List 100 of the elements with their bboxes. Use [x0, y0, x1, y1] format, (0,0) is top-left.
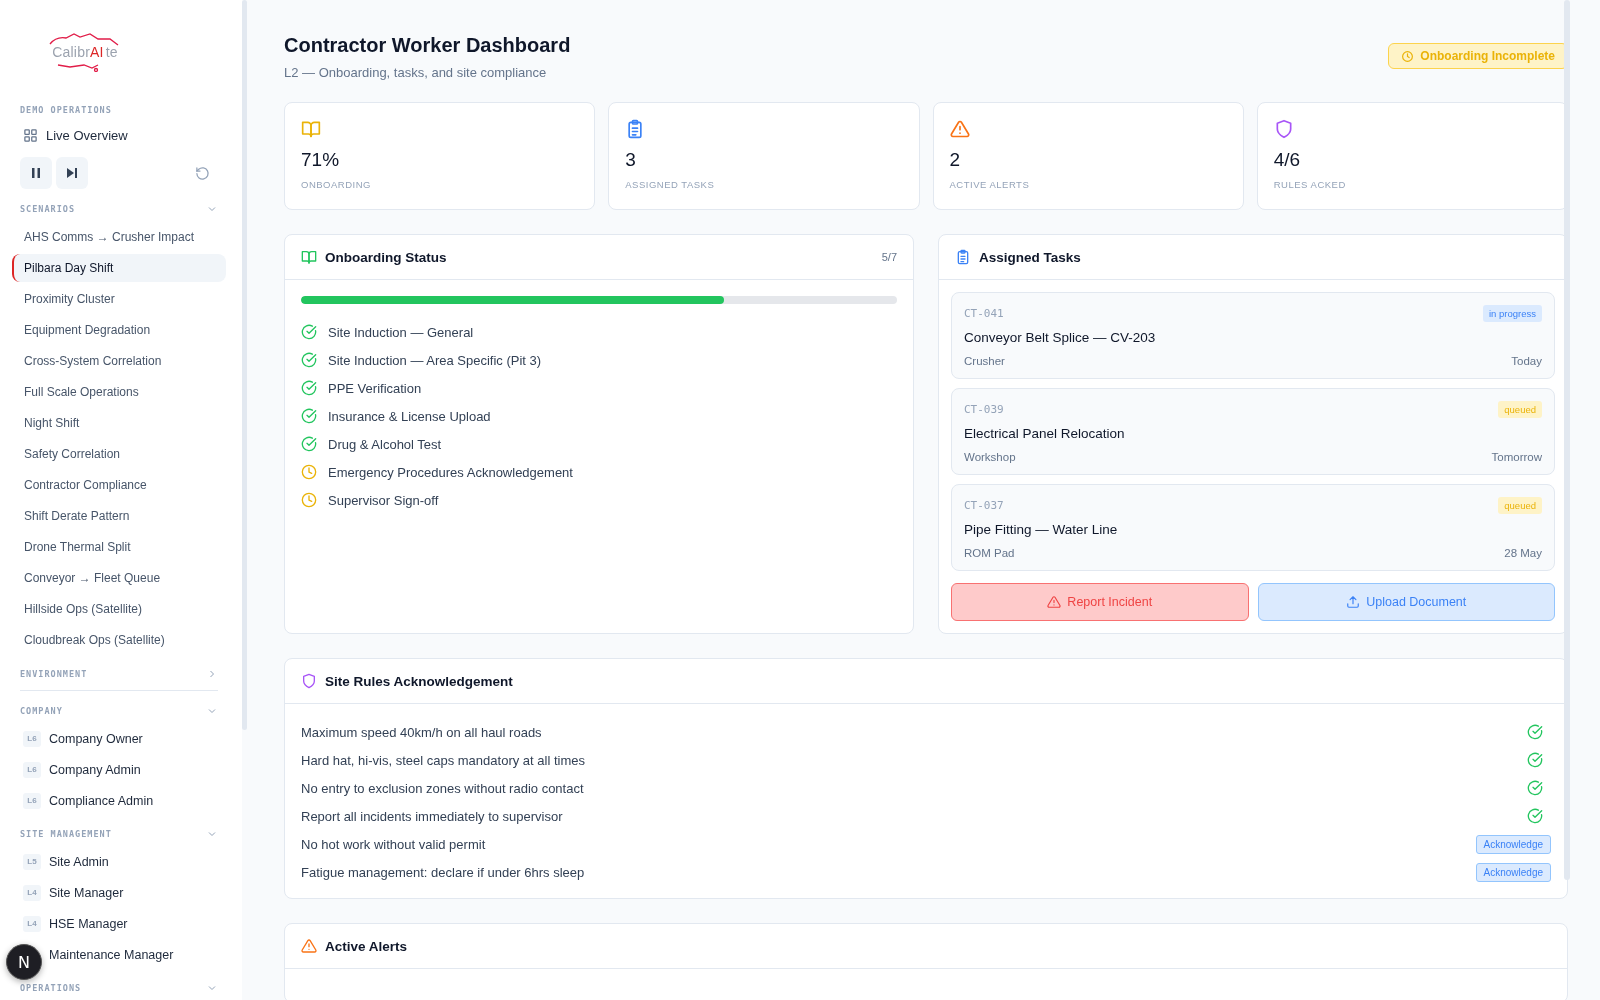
role-item[interactable]: L6 Compliance Admin [20, 787, 222, 814]
section-label: COMPANY [20, 706, 63, 716]
scenario-item[interactable]: Night Shift [12, 409, 226, 437]
scenario-item[interactable]: Conveyor → Fleet Queue [12, 564, 226, 592]
warning-icon [1047, 595, 1062, 609]
check-circle-icon [301, 408, 317, 424]
scenario-item[interactable]: Shift Derate Pattern [12, 502, 226, 530]
stat-label: ONBOARDING [301, 179, 371, 190]
check-circle-icon [301, 436, 317, 452]
status-tag: queued [1498, 497, 1542, 514]
floating-action-button[interactable]: N [6, 944, 42, 980]
scenario-item[interactable]: Pilbara Day Shift [12, 254, 226, 282]
level-badge: L6 [23, 730, 41, 747]
upload-icon [1346, 595, 1361, 609]
grid-icon [23, 128, 38, 143]
checklist-item: Insurance & License Upload [328, 408, 491, 424]
scenario-item[interactable]: Contractor Compliance [12, 471, 226, 499]
warning-icon [301, 938, 317, 954]
scenario-item[interactable]: Drone Thermal Split [12, 533, 226, 561]
progress-count: 5/7 [881, 251, 897, 263]
role-label: Site Manager [49, 885, 124, 900]
scenario-item[interactable]: Equipment Degradation [12, 316, 226, 344]
task-due: 28 May [1504, 547, 1542, 559]
task-card[interactable]: CT-039 queued Electrical Panel Relocation Workshop Tomorrow [951, 388, 1555, 475]
role-item[interactable]: Maintenance Manager [46, 941, 222, 968]
stat-value: 3 [625, 149, 636, 171]
level-badge: L4 [23, 884, 41, 901]
stat-value: 2 [949, 149, 961, 171]
role-item[interactable]: L4 HSE Manager [20, 910, 222, 937]
skip-forward-icon [66, 167, 78, 179]
panel-title: Active Alerts [325, 938, 408, 954]
status-tag: queued [1498, 401, 1542, 418]
logo: CalibrAI te [44, 32, 124, 72]
role-item[interactable]: L6 Company Admin [20, 756, 222, 783]
nav-item[interactable]: Live Overview [23, 128, 222, 143]
scenario-item[interactable]: Full Scale Operations [12, 378, 226, 406]
role-item[interactable]: L6 Company Owner [20, 725, 222, 752]
role-label: Maintenance Manager [49, 947, 174, 962]
scrollbar[interactable] [1564, 0, 1570, 880]
check-circle-icon [301, 352, 317, 368]
role-item[interactable]: L5 Site Admin [20, 848, 222, 875]
section-label: DEMO OPERATIONS [20, 105, 113, 115]
scenario-item[interactable]: Hillside Ops (Satellite) [12, 595, 226, 623]
task-card[interactable]: CT-037 queued Pipe Fitting — Water Line ROM Pad 28 May [951, 484, 1555, 571]
rule-text: Hard hat, hi-vis, steel caps mandatory at all times [301, 752, 585, 768]
task-location: Crusher [964, 355, 1005, 367]
clock-icon [1401, 49, 1415, 63]
stat-label: ACTIVE ALERTS [949, 179, 1030, 190]
rule-text: Maximum speed 40km/h on all haul roads [301, 724, 542, 740]
scenario-item[interactable]: Proximity Cluster [12, 285, 226, 313]
check-circle-icon [1527, 752, 1543, 768]
page-subtitle: L2 — Onboarding, tasks, and site compliance [284, 65, 548, 80]
rule-text: Report all incidents immediately to supervisor [301, 808, 563, 824]
section-label: OPERATIONS [20, 983, 82, 993]
role-label: Site Admin [49, 854, 109, 869]
section-label: SCENARIOS [20, 204, 76, 214]
task-location: ROM Pad [964, 547, 1015, 559]
checklist-item: Drug & Alcohol Test [328, 436, 442, 452]
panel-title: Onboarding Status [325, 249, 447, 265]
stat-value: 71% [301, 149, 340, 171]
warning-icon [949, 119, 970, 139]
scrollbar[interactable] [242, 0, 247, 730]
stat-label: ASSIGNED TASKS [625, 179, 715, 190]
rule-text: No hot work without valid permit [301, 836, 486, 852]
role-label: HSE Manager [49, 916, 128, 931]
pause-icon [30, 167, 42, 179]
check-circle-icon [1527, 780, 1543, 796]
skip-button[interactable] [56, 157, 88, 189]
check-circle-icon [301, 380, 317, 396]
section-label: ENVIRONMENT [20, 669, 88, 679]
task-card[interactable]: CT-041 in progress Conveyor Belt Splice — CV-203 Crusher Today [951, 292, 1555, 379]
checklist-item: Supervisor Sign-off [328, 492, 439, 508]
task-id: CT-039 [964, 403, 1004, 416]
level-badge: L6 [23, 792, 41, 809]
shield-icon [301, 673, 317, 689]
role-item[interactable]: L4 Site Manager [20, 879, 222, 906]
reset-icon[interactable] [195, 165, 210, 181]
status-tag: in progress [1483, 305, 1542, 322]
level-badge: L6 [23, 761, 41, 778]
nav-label: Live Overview [46, 128, 128, 143]
check-circle-icon [301, 324, 317, 340]
pause-button[interactable] [20, 157, 52, 189]
check-circle-icon [1527, 724, 1543, 740]
task-due: Tomorrow [1491, 451, 1542, 463]
scenario-item[interactable]: Cross-System Correlation [12, 347, 226, 375]
task-title: Electrical Panel Relocation [964, 426, 1126, 441]
checklist-item: PPE Verification [328, 380, 422, 396]
checklist-item: Emergency Procedures Acknowledgement [328, 464, 573, 480]
book-icon [301, 119, 321, 139]
clipboard-icon [955, 249, 971, 265]
check-circle-icon [1527, 808, 1543, 824]
scenario-item[interactable]: Cloudbreak Ops (Satellite) [12, 626, 226, 654]
task-title: Pipe Fitting — Water Line [964, 522, 1119, 537]
rule-text: No entry to exclusion zones without radio contact [301, 780, 584, 796]
scenario-item[interactable]: AHS Comms → Crusher Impact [12, 223, 226, 251]
level-badge: L5 [23, 853, 41, 870]
scenario-item[interactable]: Safety Correlation [12, 440, 226, 468]
page-title: Contractor Worker Dashboard [284, 34, 571, 57]
level-badge: L4 [23, 915, 41, 932]
panel-title: Site Rules Acknowledgement [325, 673, 513, 689]
